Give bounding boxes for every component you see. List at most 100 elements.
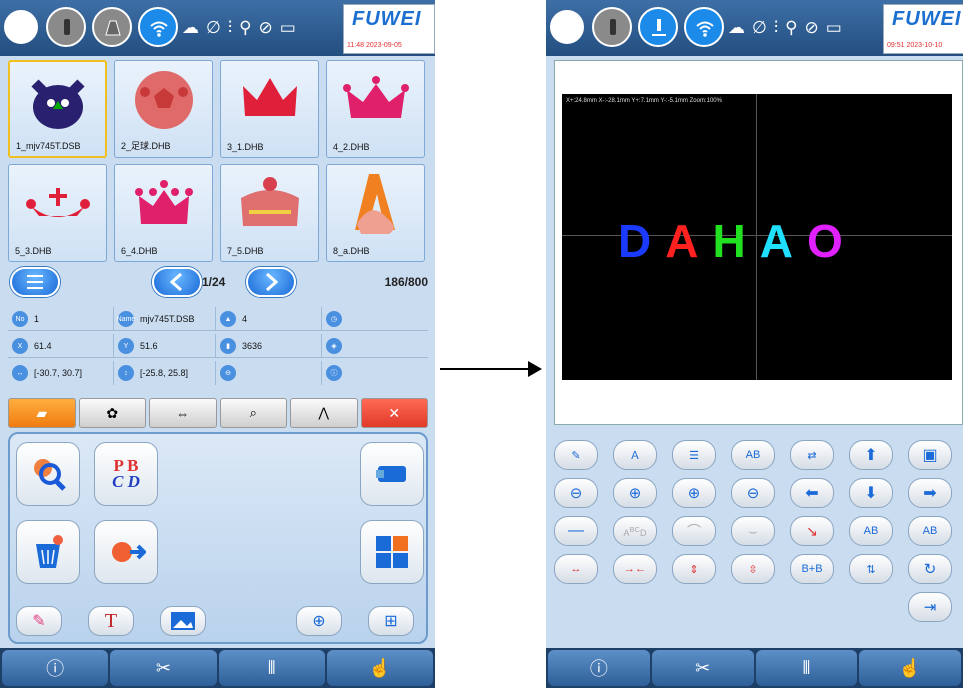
dahao-logo-icon: [550, 10, 584, 44]
spacing-decrease-button[interactable]: AB: [908, 516, 952, 546]
nav-scissors-button[interactable]: ✂: [110, 650, 217, 686]
nav-hand-button[interactable]: ☝: [326, 650, 433, 686]
edit-text-button[interactable]: ✎: [554, 440, 598, 470]
arc-text-icon: ABCD: [624, 525, 647, 538]
info-extra: ◷: [322, 307, 428, 331]
search-design-button[interactable]: [16, 442, 80, 506]
text-button[interactable]: T: [88, 606, 134, 636]
needles-icon: ⫴: [802, 657, 811, 678]
sort-button[interactable]: ☰: [672, 440, 716, 470]
design-item[interactable]: 5_3.DHB: [8, 164, 107, 262]
tab-design-edit[interactable]: ✿: [78, 398, 146, 428]
text-transform-button[interactable]: ⇄: [790, 440, 834, 470]
design-item[interactable]: 4_2.DHB: [326, 60, 425, 158]
tab-design-manage[interactable]: ▰: [8, 398, 76, 428]
next-page-button[interactable]: [246, 267, 296, 297]
needle-light-icon[interactable]: [592, 7, 632, 47]
letter-spacing-wide-button[interactable]: ↔: [554, 554, 598, 584]
straight-line-button[interactable]: —: [554, 516, 598, 546]
battery-icon: ▭: [279, 18, 296, 37]
save-button[interactable]: ▣: [908, 440, 952, 470]
import-design-button[interactable]: [94, 520, 158, 584]
prev-page-button[interactable]: [152, 267, 202, 297]
height-decrease-button[interactable]: ⇳: [731, 554, 775, 584]
nav-needles-button[interactable]: ⫴: [218, 650, 325, 686]
design-name: mjv745T.DSB: [140, 314, 195, 324]
needle-light-icon[interactable]: [46, 7, 86, 47]
flower-arrow-icon: [112, 542, 146, 562]
zoom-in-button[interactable]: ⊕: [613, 478, 657, 508]
delete-design-button[interactable]: [16, 520, 80, 584]
sort-icon: ☰: [689, 449, 699, 462]
shrink-button[interactable]: ⊖: [731, 478, 775, 508]
design-item[interactable]: 2_足球.DHB: [114, 60, 213, 158]
signal-icon: ⫶: [773, 18, 779, 37]
spacing-increase-button[interactable]: AB: [849, 516, 893, 546]
letter-spacing-narrow-button[interactable]: →←: [613, 554, 657, 584]
frame-icon[interactable]: [92, 7, 132, 47]
nav-scissors-button[interactable]: ✂: [651, 650, 754, 686]
mirror-button[interactable]: B+B: [790, 554, 834, 584]
text-box-button[interactable]: AB: [731, 440, 775, 470]
slant-button[interactable]: ↘: [790, 516, 834, 546]
hand-icon: ☝: [368, 657, 392, 678]
move-right-button[interactable]: ➡: [908, 478, 952, 508]
design-thumbnail: [221, 65, 318, 135]
nav-info-button[interactable]: ⓘ: [2, 650, 109, 686]
move-down-button[interactable]: ⬇: [849, 478, 893, 508]
arc-down-button[interactable]: ⌣: [731, 516, 775, 546]
wifi-icon[interactable]: [138, 7, 178, 47]
enlarge-button[interactable]: ⊕: [672, 478, 716, 508]
list-view-button[interactable]: [10, 267, 60, 297]
design-item[interactable]: 6_4.DHB: [114, 164, 213, 262]
wifi-icon[interactable]: [684, 7, 724, 47]
letter-design-button[interactable]: P BC D: [94, 442, 158, 506]
scissors-icon: ✂: [695, 657, 711, 678]
multi-view-button[interactable]: [360, 520, 424, 584]
tab-tools[interactable]: ✕: [360, 398, 428, 428]
design-item[interactable]: 7_5.DHB: [220, 164, 319, 262]
tab-frame-settings[interactable]: ⇔: [149, 398, 217, 428]
nav-needles-button[interactable]: ⫴: [755, 650, 858, 686]
height-increase-button[interactable]: ⇕: [672, 554, 716, 584]
needle-position-icon[interactable]: [638, 7, 678, 47]
thread-icon: ☁: [728, 18, 745, 37]
tab-stitch-settings[interactable]: ⋀: [290, 398, 358, 428]
dahao-logo-icon: [4, 10, 38, 44]
image-button[interactable]: [160, 606, 206, 636]
image-icon: [171, 612, 195, 630]
edit-icon: ✎: [571, 449, 581, 462]
move-up-button[interactable]: ⬆: [849, 440, 893, 470]
layout-button[interactable]: ⊞: [368, 606, 414, 636]
zoom-in-icon: ⊕: [628, 485, 642, 502]
move-left-button[interactable]: ⬅: [790, 478, 834, 508]
info-row: X 61.4 Y 51.6 ▮ 3636 ◈: [8, 334, 428, 358]
design-item[interactable]: 1_mjv745T.DSB: [8, 60, 107, 158]
design-item[interactable]: 3_1.DHB: [220, 60, 319, 158]
brand-box: FUWEI 09:51 2023-10-10: [883, 4, 963, 54]
compress-icon: →←: [624, 563, 646, 575]
arc-text-button[interactable]: ABCD: [613, 516, 657, 546]
vertical-align-button[interactable]: ⇅: [849, 554, 893, 584]
nav-info-button[interactable]: ⓘ: [548, 650, 650, 686]
design-manage-panel: P BC D ✎ T ⊕ ⊞: [8, 432, 428, 644]
nav-hand-button[interactable]: ☝: [859, 650, 961, 686]
design-item[interactable]: 8_a.DHB: [326, 164, 425, 262]
thread-break-icon: ⚲: [785, 18, 798, 37]
info-row: No 1 Name mjv745T.DSB ▲ 4 ◷: [8, 307, 428, 331]
text-letter: A: [665, 215, 713, 267]
exit-button[interactable]: ⇥: [908, 592, 952, 622]
zoom-out-button[interactable]: ⊖: [554, 478, 598, 508]
design-width: 61.4: [34, 341, 52, 351]
network-search-button[interactable]: ⊕: [296, 606, 342, 636]
draw-design-button[interactable]: ✎: [16, 606, 62, 636]
info-row: ↔ [-30.7, 30.7] ↕ [-25.8, 25.8] ⊖ ⓘ: [8, 361, 428, 385]
arc-up-button[interactable]: ⌒: [672, 516, 716, 546]
font-select-button[interactable]: Ａ: [613, 440, 657, 470]
design-canvas[interactable]: X+:24.8mm X-:-28.1mm Y+:7.1mm Y-:-5.1mm …: [562, 94, 952, 380]
status-bar: ☁ ∅ ⫶ ⚲ ⊘ ▭ FUWEI 11:48 2023-09-05: [0, 0, 435, 56]
rotate-button[interactable]: ↻: [908, 554, 952, 584]
usb-button[interactable]: [360, 442, 424, 506]
vertical-align-icon: ⇅: [866, 563, 876, 576]
tab-preview[interactable]: ⌕: [219, 398, 287, 428]
